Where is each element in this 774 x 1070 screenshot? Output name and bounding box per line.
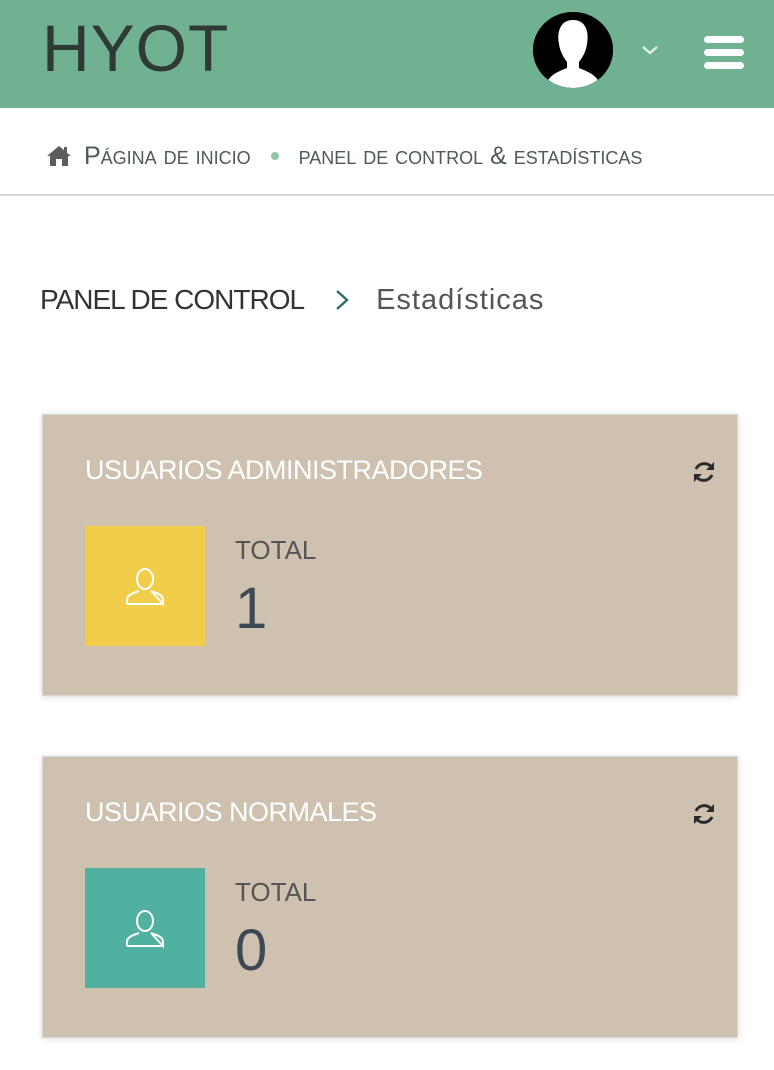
app-logo[interactable]: HYOT [42,10,229,86]
stat-card-title: USUARIOS NORMALES [85,797,377,827]
page-title-sub: Estadísticas [376,283,545,316]
breadcrumb-current: panel de control & estadísticas [298,141,643,170]
breadcrumb-separator [270,152,279,160]
hamburger-menu-icon[interactable] [704,36,744,70]
top-navbar: HYOT [0,0,774,108]
breadcrumb-home-link[interactable]: Página de inicio [84,142,251,171]
stat-card-title: USUARIOS ADMINISTRADORES [85,455,483,485]
page-title-main[interactable]: PANEL DE CONTROL [40,284,305,316]
stat-total-value: 1 [235,576,268,641]
user-icon [126,568,164,607]
refresh-icon[interactable] [691,459,717,485]
refresh-icon[interactable] [691,801,717,827]
stat-icon-box [85,868,205,988]
stat-total-label: TOTAL [235,535,317,565]
home-icon [47,146,71,166]
avatar-silhouette-icon [533,12,613,88]
user-icon [126,910,164,949]
breadcrumb-bar: Página de inicio panel de control & esta… [0,108,774,196]
stat-card-normal-users: USUARIOS NORMALES TOTAL 0 [42,756,738,1038]
stat-card-admin-users: USUARIOS ADMINISTRADORES TOTAL 1 [42,414,738,696]
stat-total-label: TOTAL [235,877,317,907]
chevron-down-icon[interactable] [640,40,660,60]
stat-icon-box [85,526,205,646]
user-avatar[interactable] [533,12,613,88]
page-title: PANEL DE CONTROL Estadísticas [40,278,544,322]
chevron-right-icon [336,290,349,310]
breadcrumb: Página de inicio panel de control & esta… [46,136,642,176]
stat-total-value: 0 [235,918,268,983]
